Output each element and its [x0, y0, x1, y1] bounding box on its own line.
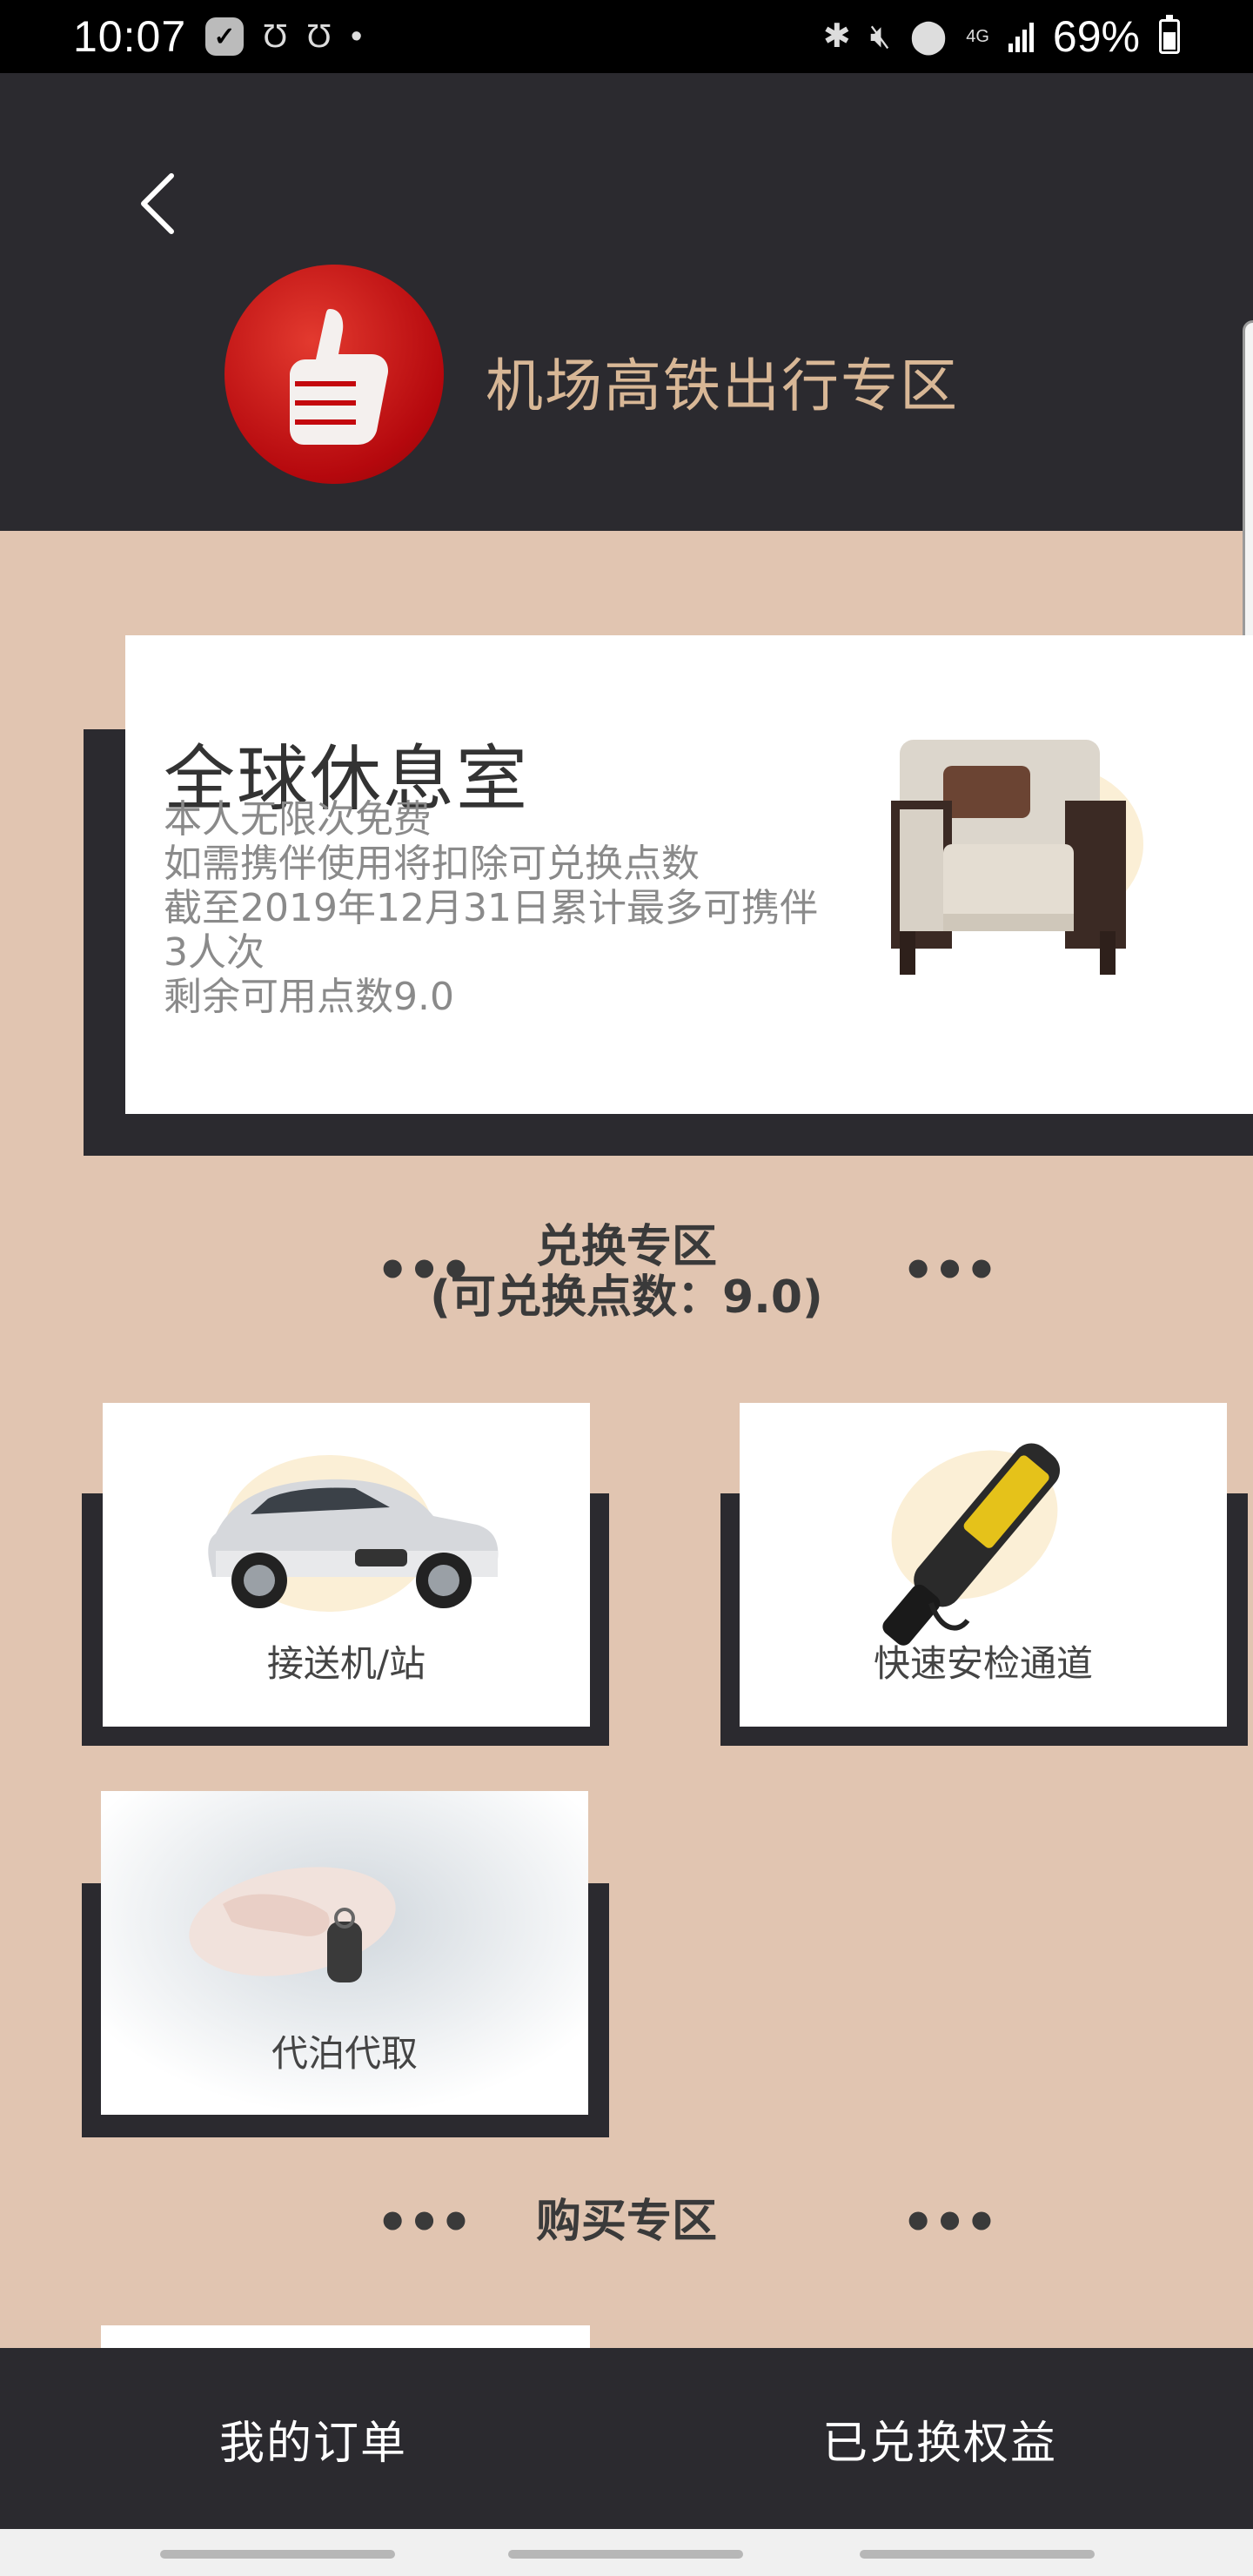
right-dots-icon: •••: [901, 2192, 998, 2253]
lounge-line: 如需携伴使用将扣除可兑换点数: [164, 842, 700, 886]
back-button[interactable]: [122, 160, 191, 247]
bottom-nav: 我的订单 已兑换权益: [0, 2348, 1253, 2529]
valet-parking-tile[interactable]: 代泊代取: [101, 1791, 588, 2115]
location-icon: ⬤: [909, 18, 948, 55]
exchange-title: 兑换专区: [535, 1221, 717, 1273]
lounge-card[interactable]: 全球休息室 本人无限次免费 如需携伴使用将扣除可兑换点数 截至2019年12月3…: [125, 635, 1253, 1114]
bluetooth-icon: ✱: [822, 18, 851, 55]
thumbs-up-logo: [224, 265, 444, 484]
more-notifications-dot-icon: •: [350, 18, 363, 55]
tile-label: 代泊代取: [271, 2032, 418, 2075]
gesture-handle[interactable]: [860, 2550, 1095, 2559]
gesture-handle[interactable]: [160, 2550, 395, 2559]
purchase-section-title: 购买专区: [535, 2196, 717, 2248]
fast-security-tile[interactable]: 快速安检通道: [740, 1403, 1227, 1727]
pickup-dropoff-tile[interactable]: 接送机/站: [103, 1403, 590, 1727]
mute-icon: 🔇︎: [869, 18, 891, 55]
purchase-tile-peek[interactable]: [101, 2325, 590, 2348]
chevron-left-icon: [141, 173, 174, 234]
redeemed-benefits-button[interactable]: 已兑换权益: [626, 2348, 1253, 2529]
lounge-description: 本人无限次免费 如需携伴使用将扣除可兑换点数 截至2019年12月31日累计最多…: [164, 797, 860, 1019]
right-dots-icon: •••: [901, 1240, 998, 1301]
signal-icon: [1008, 21, 1034, 52]
status-bar: 10:07 ✓ Ʊ Ʊ • ✱ 🔇︎ ⬤ 4G 69%: [0, 0, 1253, 73]
status-left: 10:07 ✓ Ʊ Ʊ •: [73, 11, 362, 62]
armchair-icon: [891, 740, 1143, 975]
network-type: 4G: [966, 27, 989, 46]
notification-app-icon: ✓: [205, 17, 245, 56]
system-gesture-bar: [0, 2529, 1253, 2576]
exchange-points: (可兑换点数：9.0): [430, 1271, 823, 1324]
notification-u2-icon: Ʊ: [306, 18, 332, 55]
header: 机场高铁出行专区: [0, 73, 1253, 531]
status-right: ✱ 🔇︎ ⬤ 4G 69%: [823, 11, 1180, 62]
exchange-section-title: 兑换专区 (可兑换点数：9.0): [0, 1222, 1253, 1323]
lounge-line: 截至2019年12月31日累计最多可携伴: [164, 886, 818, 930]
lounge-line: 3人次: [164, 930, 265, 975]
battery-percent: 69%: [1052, 12, 1140, 61]
battery-icon: [1159, 15, 1180, 54]
page-title: 机场高铁出行专区: [486, 352, 959, 419]
status-time: 10:07: [73, 12, 187, 61]
lounge-line: 本人无限次免费: [164, 797, 432, 842]
gesture-handle[interactable]: [508, 2550, 743, 2559]
tile-label: 快速安检通道: [873, 1642, 1093, 1685]
notification-u-icon: Ʊ: [263, 18, 288, 55]
tile-label: 接送机/站: [266, 1642, 426, 1685]
thumbs-up-icon: [290, 309, 389, 445]
lounge-line: 剩余可用点数9.0: [164, 975, 454, 1019]
my-orders-button[interactable]: 我的订单: [0, 2348, 626, 2529]
